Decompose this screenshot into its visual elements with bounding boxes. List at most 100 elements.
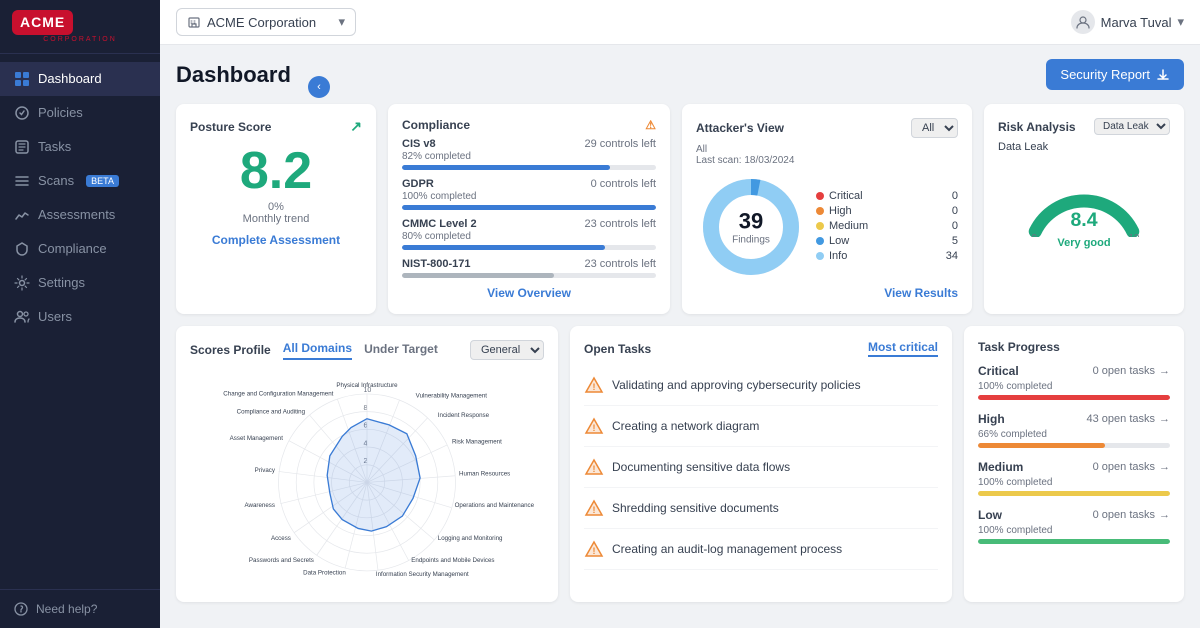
task-item-1[interactable]: ! Creating a network diagram xyxy=(584,406,938,447)
tp-arrow-medium: → xyxy=(1159,461,1170,473)
svg-text:Information Security Managemen: Information Security Management xyxy=(376,571,469,578)
risk-filter[interactable]: Data Leak xyxy=(1094,118,1170,135)
sidebar-item-users[interactable]: Users xyxy=(0,300,160,334)
sidebar-label-tasks: Tasks xyxy=(38,139,71,154)
compliance-item-controls-2: 23 controls left xyxy=(584,218,656,230)
attackers-legend: Critical 0 High 0 Medium 0 xyxy=(816,190,958,265)
tasks-icon xyxy=(14,139,30,155)
tp-count-critical[interactable]: 0 open tasks → xyxy=(1093,365,1170,377)
logo-box: ACME xyxy=(12,10,73,35)
posture-score-title: Posture Score ↗ xyxy=(190,118,362,135)
user-menu[interactable]: Marva Tuval ▾ xyxy=(1071,10,1184,34)
task-item-0[interactable]: ! Validating and approving cybersecurity… xyxy=(584,365,938,406)
compliance-item-controls-1: 0 controls left xyxy=(591,178,656,190)
svg-text:Awareness: Awareness xyxy=(244,502,274,509)
tp-item-medium: Medium 0 open tasks → 100% completed xyxy=(978,460,1170,496)
sidebar-collapse-btn[interactable]: ‹ xyxy=(308,76,330,98)
compliance-warning-icon: ⚠ xyxy=(645,118,656,132)
compliance-item-sub-1: 100% completed xyxy=(402,191,656,202)
policies-icon xyxy=(14,105,30,121)
tab-under-target[interactable]: Under Target xyxy=(364,342,438,359)
svg-text:Human Resources: Human Resources xyxy=(459,470,510,477)
task-text-1: Creating a network diagram xyxy=(612,419,759,433)
domain-filter[interactable]: General xyxy=(470,340,544,360)
task-item-2[interactable]: ! Documenting sensitive data flows xyxy=(584,447,938,488)
dashboard-content: Dashboard Security Report Posture Score … xyxy=(160,45,1200,628)
task-text-0: Validating and approving cybersecurity p… xyxy=(612,378,861,392)
compliance-card: Compliance ⚠ CIS v8 29 controls left 82%… xyxy=(388,104,670,314)
tp-count-low[interactable]: 0 open tasks → xyxy=(1093,509,1170,521)
sidebar-item-settings[interactable]: Settings xyxy=(0,266,160,300)
svg-text:Physical Infrastructure: Physical Infrastructure xyxy=(336,382,398,389)
task-item-3[interactable]: ! Shredding sensitive documents xyxy=(584,488,938,529)
sidebar: ACME CORPORATION Dashboard Policies xyxy=(0,0,160,628)
gauge-label: Very good xyxy=(998,237,1170,249)
scans-icon xyxy=(14,173,30,189)
settings-icon xyxy=(14,275,30,291)
tp-item-critical: Critical 0 open tasks → 100% completed xyxy=(978,364,1170,400)
sidebar-item-dashboard[interactable]: Dashboard xyxy=(0,62,160,96)
sidebar-item-policies[interactable]: Policies xyxy=(0,96,160,130)
svg-text:8.4: 8.4 xyxy=(1070,209,1097,231)
compliance-item-1: GDPR 0 controls left 100% completed xyxy=(402,178,656,210)
tp-item-low: Low 0 open tasks → 100% completed xyxy=(978,508,1170,544)
tp-sub-high: 66% completed xyxy=(978,429,1170,440)
task-text-4: Creating an audit-log management process xyxy=(612,542,842,556)
posture-score-card: Posture Score ↗ 8.2 0% Monthly trend Com… xyxy=(176,104,376,314)
user-chevron-icon: ▾ xyxy=(1177,14,1184,30)
compliance-item-sub-2: 80% completed xyxy=(402,231,656,242)
bottom-cards-row: Scores Profile All Domains Under Target … xyxy=(176,326,1184,602)
task-warning-icon-4: ! xyxy=(584,539,604,559)
user-name: Marva Tuval xyxy=(1101,15,1172,30)
low-dot xyxy=(816,237,824,245)
task-text-2: Documenting sensitive data flows xyxy=(612,460,790,474)
sidebar-label-assessments: Assessments xyxy=(38,207,115,222)
view-results-link[interactable]: View Results xyxy=(696,286,958,300)
svg-text:Logging and Monitoring: Logging and Monitoring xyxy=(438,535,503,542)
compliance-item-controls-0: 29 controls left xyxy=(584,138,656,150)
most-critical-filter[interactable]: Most critical xyxy=(868,340,938,357)
sidebar-label-dashboard: Dashboard xyxy=(38,71,102,86)
sidebar-label-users: Users xyxy=(38,309,72,324)
users-icon xyxy=(14,309,30,325)
tp-label-high: High xyxy=(978,412,1005,426)
task-warning-icon-1: ! xyxy=(584,416,604,436)
compliance-item-2: CMMC Level 2 23 controls left 80% comple… xyxy=(402,218,656,250)
view-overview-link[interactable]: View Overview xyxy=(402,286,656,300)
compliance-item-controls-3: 23 controls left xyxy=(584,258,656,270)
assessments-icon xyxy=(14,207,30,223)
complete-assessment-button[interactable]: Complete Assessment xyxy=(190,233,362,247)
tp-count-medium[interactable]: 0 open tasks → xyxy=(1093,461,1170,473)
svg-text:Vulnerability Management: Vulnerability Management xyxy=(416,392,488,399)
tp-count-high[interactable]: 43 open tasks → xyxy=(1087,413,1171,425)
task-progress-card: Task Progress Critical 0 open tasks → 10… xyxy=(964,326,1184,602)
scans-badge: BETA xyxy=(86,175,119,187)
tp-sub-low: 100% completed xyxy=(978,525,1170,536)
open-tasks-card: Open Tasks Most critical ! Validating an… xyxy=(570,326,952,602)
donut-chart: 39 Findings xyxy=(696,172,806,282)
svg-text:Incident Response: Incident Response xyxy=(438,412,490,419)
svg-text:Endpoints and Mobile Devices: Endpoints and Mobile Devices xyxy=(411,557,494,564)
open-tasks-title: Open Tasks xyxy=(584,342,651,356)
sidebar-item-scans[interactable]: Scans BETA xyxy=(0,164,160,198)
compliance-title: Compliance ⚠ xyxy=(402,118,656,132)
tab-all-domains[interactable]: All Domains xyxy=(283,341,352,360)
attackers-view-filter[interactable]: All xyxy=(911,118,958,138)
medium-dot xyxy=(816,222,824,230)
svg-text:!: ! xyxy=(593,423,596,433)
risk-analysis-card: Risk Analysis Data Leak Data Leak 8.4 xyxy=(984,104,1184,314)
sidebar-item-assessments[interactable]: Assessments xyxy=(0,198,160,232)
task-warning-icon-3: ! xyxy=(584,498,604,518)
sidebar-item-tasks[interactable]: Tasks xyxy=(0,130,160,164)
need-help-item[interactable]: Need help? xyxy=(14,602,146,616)
compliance-item-name-3: NIST-800-171 xyxy=(402,258,470,270)
donut-label: Findings xyxy=(732,235,770,246)
task-item-4[interactable]: ! Creating an audit-log management proce… xyxy=(584,529,938,570)
company-selector[interactable]: ACME Corporation ▾ xyxy=(176,8,356,36)
tp-sub-critical: 100% completed xyxy=(978,381,1170,392)
sidebar-item-compliance[interactable]: Compliance xyxy=(0,232,160,266)
sidebar-label-policies: Policies xyxy=(38,105,83,120)
svg-text:Compliance and Auditing: Compliance and Auditing xyxy=(237,408,306,415)
security-report-button[interactable]: Security Report xyxy=(1046,59,1184,90)
logo-area: ACME CORPORATION xyxy=(0,0,160,54)
